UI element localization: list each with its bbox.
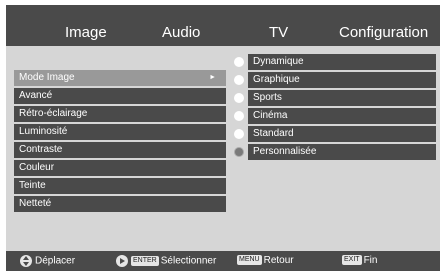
tab-tv[interactable]: TV — [269, 24, 288, 42]
option-standard[interactable]: Standard — [233, 126, 436, 142]
menu-item-luminosite[interactable]: Luminosité — [14, 124, 226, 140]
option-label: Cinéma — [248, 108, 436, 124]
radio-icon — [234, 57, 244, 67]
tab-audio[interactable]: Audio — [162, 24, 200, 42]
hint-back-label: Retour — [263, 255, 294, 266]
radio-icon — [234, 111, 244, 121]
help-bar: Déplacer ENTER Sélectionner MENU Retour EX… — [6, 251, 440, 271]
exit-key-icon: EXIT — [342, 255, 362, 266]
menu-item-retro-eclairage[interactable]: Rétro-éclairage — [14, 106, 226, 122]
menu-item-mode-image[interactable]: Mode Image ► — [14, 70, 226, 86]
submenu-arrow-icon: ► — [209, 74, 216, 81]
menu-item-couleur[interactable]: Couleur — [14, 160, 226, 176]
radio-icon — [234, 129, 244, 139]
right-arrow-icon — [116, 255, 128, 267]
tab-image[interactable]: Image — [65, 24, 107, 42]
hint-select: ENTER Sélectionner — [116, 255, 216, 267]
tab-configuration[interactable]: Configuration — [339, 24, 428, 42]
hint-move: Déplacer — [20, 255, 75, 267]
radio-icon — [234, 93, 244, 103]
enter-key-icon: ENTER — [131, 256, 159, 266]
menu-item-contraste[interactable]: Contraste — [14, 142, 226, 158]
hint-exit-label: Fin — [363, 255, 378, 266]
hint-back: MENU Retour — [237, 255, 294, 267]
picture-mode-options: Dynamique Graphique Sports Cinéma Standa… — [233, 54, 436, 162]
tv-menu-screen: Image Audio TV Configuration Mode Image … — [6, 5, 440, 271]
tab-bar: Image Audio TV Configuration — [6, 5, 440, 46]
option-label: Sports — [248, 90, 436, 106]
option-cinema[interactable]: Cinéma — [233, 108, 436, 124]
option-label: Dynamique — [248, 54, 436, 70]
option-graphique[interactable]: Graphique — [233, 72, 436, 88]
hint-exit: EXIT Fin — [342, 255, 377, 267]
option-dynamique[interactable]: Dynamique — [233, 54, 436, 70]
option-label: Standard — [248, 126, 436, 142]
radio-icon — [234, 75, 244, 85]
menu-item-nettete[interactable]: Netteté — [14, 196, 226, 212]
radio-selected-icon — [234, 147, 244, 157]
menu-item-label: Mode Image — [19, 72, 75, 83]
hint-select-label: Sélectionner — [160, 255, 217, 267]
up-down-arrows-icon — [20, 255, 32, 267]
settings-menu: Mode Image ► Avancé Rétro-éclairage Lumi… — [14, 70, 226, 214]
menu-key-icon: MENU — [237, 255, 262, 266]
option-sports[interactable]: Sports — [233, 90, 436, 106]
option-label: Personnalisée — [248, 144, 436, 160]
menu-item-avance[interactable]: Avancé — [14, 88, 226, 104]
option-label: Graphique — [248, 72, 436, 88]
hint-move-label: Déplacer — [35, 255, 76, 267]
menu-item-teinte[interactable]: Teinte — [14, 178, 226, 194]
option-personnalisee[interactable]: Personnalisée — [233, 144, 436, 160]
